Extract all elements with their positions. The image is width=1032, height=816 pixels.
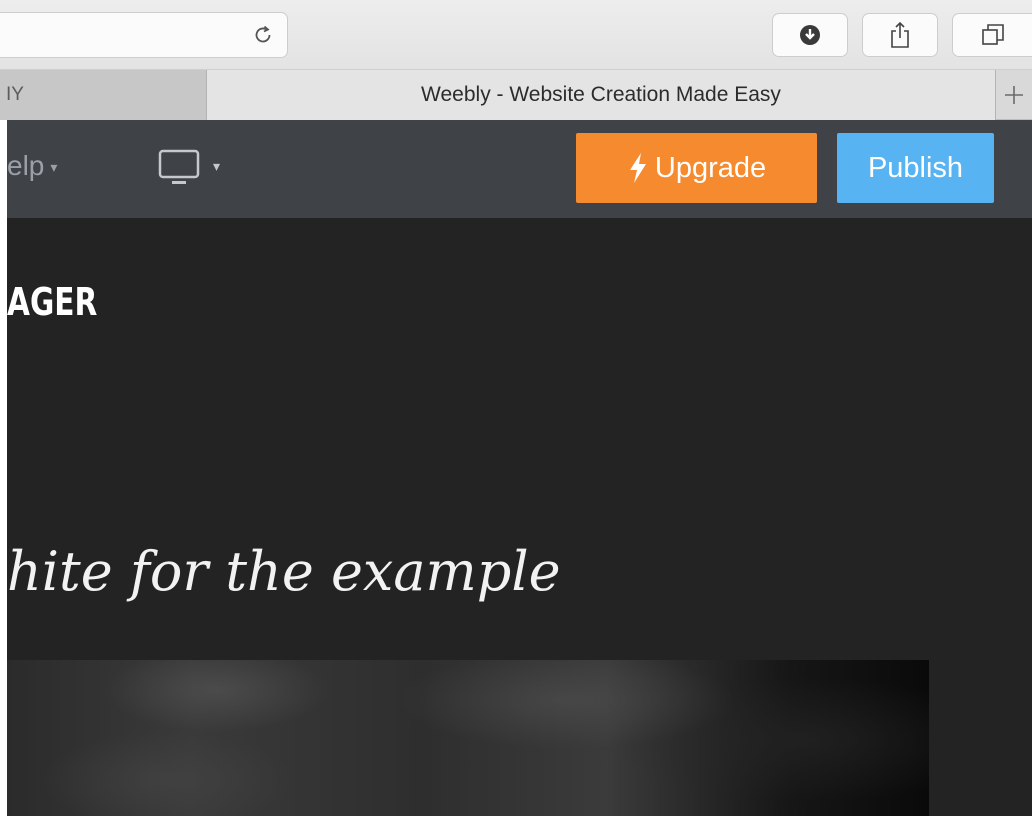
website-canvas: AGER hite for the example xyxy=(7,218,1032,816)
lightning-bolt-icon xyxy=(629,153,646,183)
help-menu-label: elp xyxy=(7,150,45,181)
tab-strip: IY Weebly - Website Creation Made Easy xyxy=(0,70,1032,120)
window-edge xyxy=(0,120,7,816)
site-tagline[interactable]: hite for the example xyxy=(7,540,561,603)
chevron-down-icon: ▾ xyxy=(50,159,58,176)
address-bar[interactable] xyxy=(0,12,288,58)
plus-icon xyxy=(1005,86,1023,104)
downloads-button[interactable] xyxy=(772,13,848,57)
publish-button-label: Publish xyxy=(867,151,964,184)
tab-inactive[interactable]: IY xyxy=(0,70,207,120)
upgrade-button[interactable]: Upgrade xyxy=(576,133,817,203)
editor-top-bar: elp ▾ ▾ Upgrade Publish xyxy=(7,120,1032,218)
download-icon xyxy=(800,25,820,45)
help-menu[interactable]: elp ▾ xyxy=(7,150,57,182)
upgrade-button-label: Upgrade xyxy=(654,151,767,184)
browser-toolbar xyxy=(0,0,1032,70)
tab-active[interactable]: Weebly - Website Creation Made Easy xyxy=(207,70,995,120)
show-tabs-button[interactable] xyxy=(952,13,1032,57)
new-tab-button[interactable] xyxy=(995,70,1032,120)
tabs-overview-icon xyxy=(981,24,1004,45)
reload-icon[interactable] xyxy=(251,23,275,47)
device-preview-menu[interactable]: ▾ xyxy=(157,148,227,188)
site-title[interactable]: AGER xyxy=(7,280,97,324)
share-icon xyxy=(891,21,909,48)
share-button[interactable] xyxy=(862,13,938,57)
chevron-down-icon: ▾ xyxy=(213,158,221,174)
publish-button[interactable]: Publish xyxy=(837,133,994,203)
desktop-monitor-icon xyxy=(158,149,200,184)
hero-image[interactable] xyxy=(7,660,929,816)
